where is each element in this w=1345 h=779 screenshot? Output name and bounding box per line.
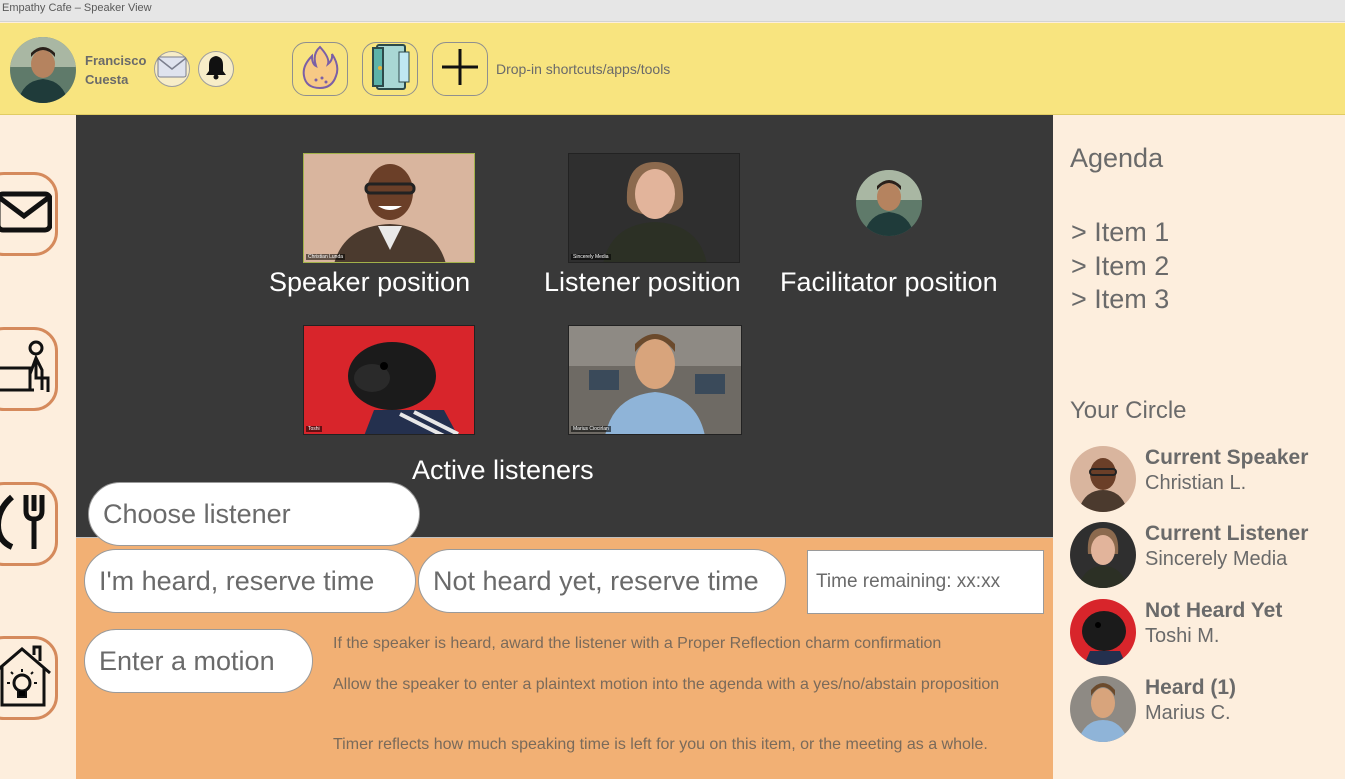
house-lightbulb-icon [0,643,52,714]
envelope-icon [157,56,187,83]
member-role: Heard (1) [1145,676,1237,699]
window-title: Empathy Cafe – Speaker View [2,2,152,14]
member-avatar [1070,676,1136,742]
speaker-name-tag: Christian Lunda [306,254,346,260]
member-name: Toshi M. [1145,625,1220,647]
window-titlebar: Empathy Cafe – Speaker View [0,0,1345,22]
video-stage: Christian Lunda Sincerely Media Speaker … [76,115,1053,537]
mail-button[interactable] [154,51,190,87]
circle-member[interactable]: Not Heard Yet Toshi M. [1070,599,1340,665]
agenda-item[interactable]: > Item 3 [1071,284,1169,315]
listener-position-label: Listener position [544,267,741,297]
circle-member[interactable]: Heard (1) Marius C. [1070,676,1340,742]
envelope-icon [0,184,53,245]
circle-member[interactable]: Current Listener Sincerely Media [1070,522,1340,588]
rail-ideas-button[interactable] [0,636,58,720]
notebook-icon [369,42,411,97]
controls-panel: I'm heard, reserve time Not heard yet, r… [76,537,1053,779]
top-toolbar: Francisco Cuesta Drop-in shortcuts/apps/… [0,23,1345,115]
agenda-item[interactable]: > Item 1 [1071,217,1169,248]
heard-reserve-time-button[interactable]: I'm heard, reserve time [84,549,416,613]
member-role: Not Heard Yet [1145,599,1283,622]
facilitator-position-label: Facilitator position [780,267,998,297]
notifications-button[interactable] [198,51,234,87]
fork-and-knife-icon [0,489,52,560]
agenda-title: Agenda [1070,143,1164,173]
facilitator-avatar[interactable] [856,170,922,236]
active-listener-name-tag: Marius Ciocirlan [571,426,611,432]
circle-title: Your Circle [1070,397,1187,424]
member-avatar [1070,446,1136,512]
bell-icon [204,54,228,85]
member-role: Current Listener [1145,522,1309,545]
timer-note: Timer reflects how much speaking time is… [333,736,988,753]
rail-cafe-table-button[interactable] [0,327,58,411]
rail-dining-button[interactable] [0,482,58,566]
not-heard-reserve-time-button[interactable]: Not heard yet, reserve time [418,549,786,613]
speaker-video-tile[interactable]: Christian Lunda [303,153,475,263]
shortcut-label: Drop-in shortcuts/apps/tools [496,61,671,77]
active-listener-video-tile[interactable]: Marius Ciocirlan [568,325,742,435]
time-remaining-display: Time remaining: xx:xx [807,550,1044,614]
member-name: Sincerely Media [1145,548,1288,570]
notebook-tool-button[interactable] [362,42,418,96]
user-last-name: Cuesta [85,72,129,87]
active-listener-video-tile[interactable]: Toshi [303,325,475,435]
listener-video-tile[interactable]: Sincerely Media [568,153,740,263]
hearth-tool-button[interactable] [292,42,348,96]
speaker-position-label: Speaker position [269,267,471,297]
listener-name-tag: Sincerely Media [571,254,611,260]
member-name: Marius C. [1145,702,1231,724]
user-first-name: Francisco [85,53,147,68]
user-name: Francisco Cuesta [85,51,146,89]
left-rail [0,115,76,779]
circle-member[interactable]: Current Speaker Christian L. [1070,446,1340,512]
motion-note: Allow the speaker to enter a plaintext m… [333,676,1000,693]
member-avatar [1070,599,1136,665]
table-with-person-icon [0,334,52,405]
agenda-item[interactable]: > Item 2 [1071,251,1169,282]
choose-listener-button[interactable]: Choose listener [88,482,420,546]
flame-icon [300,44,340,95]
heard-note: If the speaker is heard, award the liste… [333,635,942,652]
user-avatar[interactable] [10,37,76,103]
add-shortcut-button[interactable] [432,42,488,96]
active-listeners-label: Active listeners [412,455,594,485]
member-avatar [1070,522,1136,588]
rail-messages-button[interactable] [0,172,58,256]
active-listener-name-tag: Toshi [306,426,322,432]
plus-icon [440,47,480,92]
member-name: Christian L. [1145,472,1247,494]
right-panel: Agenda > Item 1 > Item 2 > Item 3 Your C… [1053,115,1345,779]
enter-motion-button[interactable]: Enter a motion [84,629,313,693]
member-role: Current Speaker [1145,446,1309,469]
